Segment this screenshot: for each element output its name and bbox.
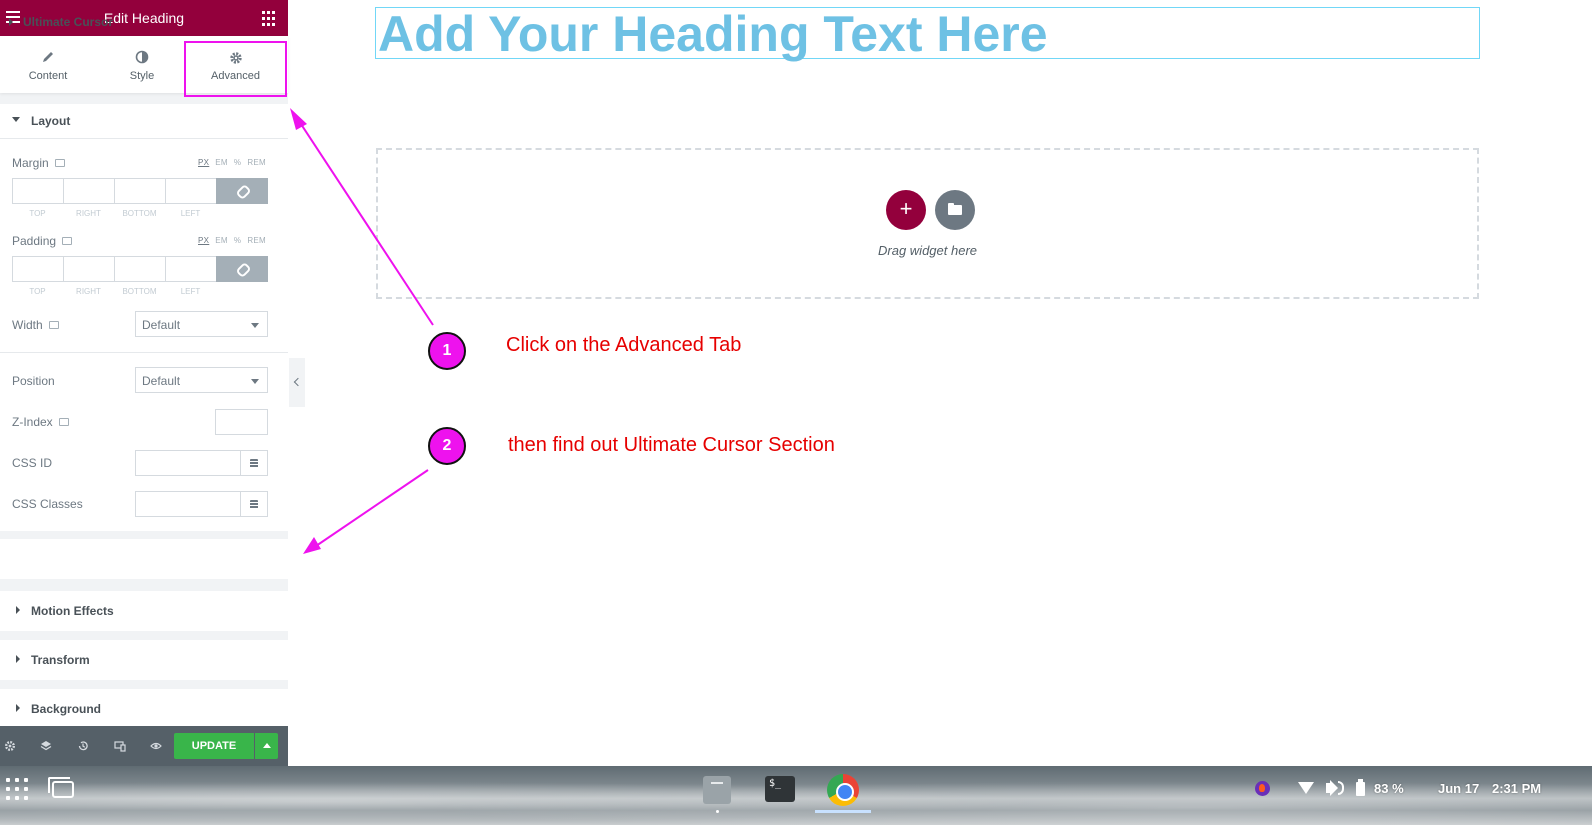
app-launcher-icon[interactable]: [6, 778, 28, 800]
wifi-icon[interactable]: [1298, 782, 1314, 794]
step-note-1: Click on the Advanced Tab: [506, 334, 742, 356]
annotation-arrows: [290, 108, 434, 554]
volume-icon[interactable]: [1326, 783, 1332, 793]
time-display[interactable]: 2:31 PM: [1492, 781, 1541, 796]
volume-waves-icon: [1338, 781, 1344, 795]
battery-icon[interactable]: [1356, 779, 1365, 796]
battery-percentage: 83 %: [1374, 781, 1404, 796]
active-app-indicator: [815, 810, 871, 813]
files-app-icon[interactable]: [703, 776, 731, 804]
arrow-to-advanced-tab: [296, 117, 434, 326]
date-display[interactable]: Jun 17: [1438, 781, 1479, 796]
tray-app-icon[interactable]: [1255, 781, 1270, 796]
window-overview-icon[interactable]: [48, 777, 74, 798]
running-indicator: [716, 810, 719, 813]
arrow-to-ultimate-cursor: [315, 469, 429, 547]
arrowhead: [303, 537, 321, 554]
os-taskbar: $_ 83 % Jun 17 2:31 PM: [0, 766, 1592, 825]
step-badge-2: 2: [428, 427, 466, 465]
chrome-browser-icon[interactable]: [827, 774, 859, 806]
step-note-2: then find out Ultimate Cursor Section: [508, 434, 835, 456]
step-badge-1: 1: [428, 332, 466, 370]
arrowhead: [290, 108, 307, 130]
terminal-app-icon[interactable]: $_: [765, 776, 795, 802]
